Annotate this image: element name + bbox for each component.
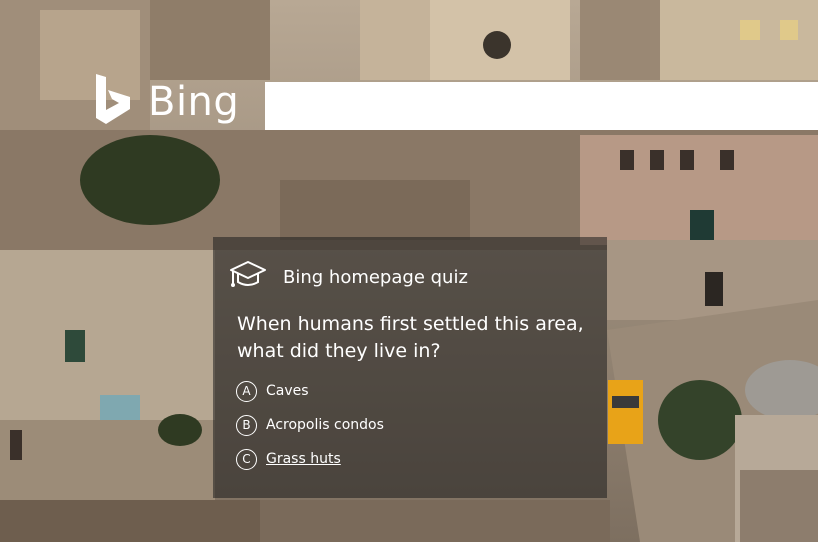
quiz-question: When humans first settled this area, wha… <box>237 313 584 362</box>
bing-logo-text: Bing <box>148 79 240 125</box>
quiz-title: Bing homepage quiz <box>283 266 468 288</box>
quiz-option-b[interactable]: B Acropolis condos <box>236 408 384 442</box>
bing-b-icon <box>92 72 136 132</box>
quiz-card: Bing homepage quiz When humans first set… <box>213 237 607 498</box>
quiz-option-c[interactable]: C Grass huts <box>236 442 384 476</box>
option-label: Acropolis condos <box>266 417 384 433</box>
quiz-header[interactable]: Bing homepage quiz <box>229 259 468 295</box>
option-letter-badge: B <box>236 414 257 436</box>
option-label: Grass huts <box>266 451 341 467</box>
search-input[interactable] <box>265 82 818 130</box>
option-label: Caves <box>266 383 309 399</box>
graduation-cap-icon <box>229 259 267 295</box>
option-letter-badge: C <box>236 448 257 470</box>
bing-logo[interactable]: Bing <box>92 72 239 132</box>
quiz-option-a[interactable]: A Caves <box>236 374 384 408</box>
option-letter-badge: A <box>236 380 257 402</box>
quiz-options: A Caves B Acropolis condos C Grass huts <box>236 374 384 476</box>
